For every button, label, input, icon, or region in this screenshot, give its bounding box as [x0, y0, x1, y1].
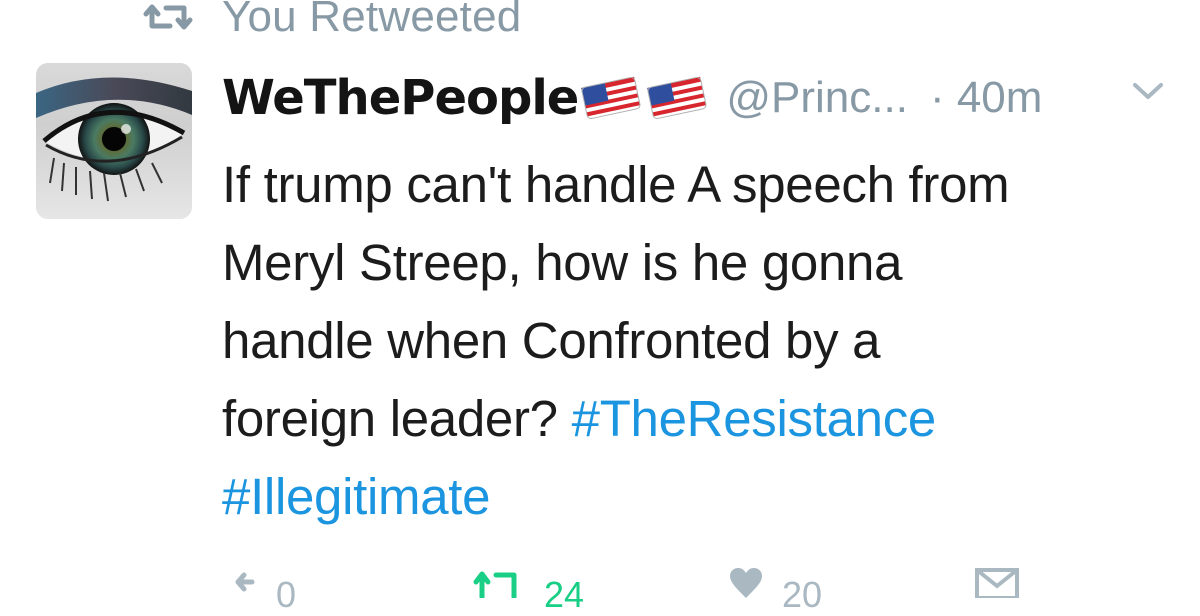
avatar[interactable] — [36, 63, 192, 219]
tweet-text: If trump can't handle A speech from Mery… — [222, 146, 1182, 536]
envelope-icon — [975, 568, 1019, 598]
hashtag-link[interactable]: #Illegitimate — [222, 468, 491, 525]
tweet-actions: 0 24 20 — [0, 568, 1200, 615]
avatar-eye-image — [36, 63, 192, 219]
like-button[interactable]: 20 — [728, 568, 822, 616]
chevron-down-icon[interactable] — [1131, 80, 1165, 102]
tweet-header: WeThePeople @Princ... · 40m — [222, 60, 1042, 136]
retweet-button[interactable]: 24 — [470, 568, 584, 616]
reply-icon — [235, 572, 255, 592]
user-handle[interactable]: @Princ... — [726, 73, 908, 123]
flag-emojis — [580, 74, 712, 122]
tweet-timestamp[interactable]: · 40m — [930, 73, 1042, 123]
tweet-card[interactable]: You Retweeted WeThePeople @Princ... · 40… — [0, 0, 1200, 615]
reply-button[interactable]: 0 — [228, 568, 296, 616]
heart-icon — [730, 568, 762, 598]
retweet-context-label: You Retweeted — [222, 0, 522, 41]
retweet-count: 24 — [544, 574, 585, 615]
like-count: 20 — [782, 574, 823, 615]
tweet-line: If trump can't handle A speech from — [222, 156, 1010, 213]
us-flag-icon — [647, 76, 707, 120]
display-name[interactable]: WeThePeople — [222, 70, 579, 126]
tweet-line: foreign leader? #TheResistance — [222, 380, 1182, 458]
tweet-line: handle when Confronted by a — [222, 312, 881, 369]
retweet-context: You Retweeted — [140, 0, 521, 42]
message-button[interactable] — [975, 568, 1019, 598]
retweet-icon — [473, 571, 517, 598]
retweet-icon — [143, 4, 193, 30]
tweet-line: Meryl Streep, how is he gonna — [222, 234, 903, 291]
us-flag-icon — [581, 76, 641, 120]
tweet-line: #Illegitimate — [222, 458, 1182, 536]
reply-count: 0 — [276, 574, 297, 615]
hashtag-link[interactable]: #TheResistance — [572, 390, 937, 447]
tweet-line-text: foreign leader? — [222, 390, 572, 447]
